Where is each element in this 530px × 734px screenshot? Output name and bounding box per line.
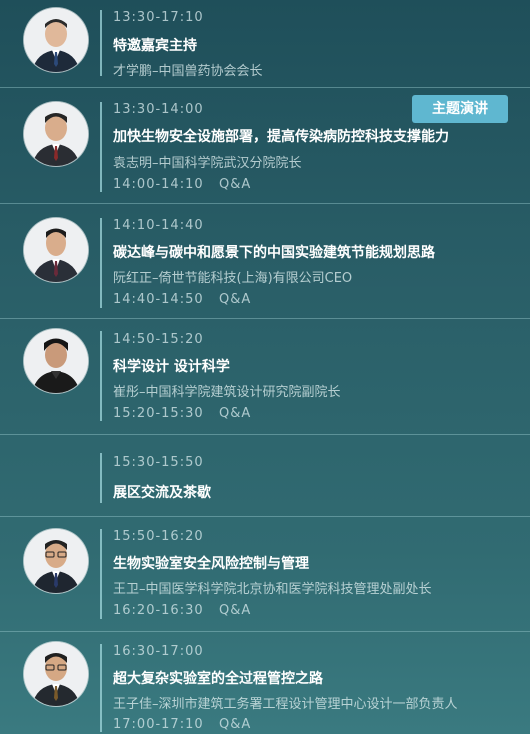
speaker-avatar — [24, 8, 88, 72]
session-title: 科学设计 设计科学 — [113, 359, 230, 375]
speaker-info: 王卫–中国医学科学院北京协和医学院科技管理处副处长 — [113, 582, 432, 597]
qa-time: 17:00-17:10 — [113, 717, 204, 732]
qa-row: 14:00-14:10 Q&A — [113, 177, 251, 192]
session-title: 碳达峰与碳中和愿景下的中国实验建筑节能规划思路 — [113, 245, 435, 261]
session-title: 加快生物安全设施部署，提高传染病防控科技支撑能力 — [113, 129, 449, 145]
session-title: 展区交流及茶歇 — [113, 485, 211, 501]
session-title: 超大复杂实验室的全过程管控之路 — [113, 671, 323, 687]
qa-time: 14:00-14:10 — [113, 177, 204, 192]
speaker-info: 袁志明–中国科学院武汉分院院长 — [113, 156, 302, 171]
speaker-info: 才学鹏–中国兽药协会会长 — [113, 64, 263, 79]
qa-row: 14:40-14:50 Q&A — [113, 292, 251, 307]
session-row: 13:30-17:10 特邀嘉宾主持 才学鹏–中国兽药协会会长 — [0, 0, 530, 88]
session-row: 16:30-17:00 超大复杂实验室的全过程管控之路 王子佳–深圳市建筑工务署… — [0, 632, 530, 734]
session-time: 15:50-16:20 — [113, 529, 204, 544]
session-time: 16:30-17:00 — [113, 644, 204, 659]
session-time: 15:30-15:50 — [113, 455, 204, 470]
timeline-divider — [100, 453, 102, 503]
qa-label: Q&A — [219, 603, 252, 618]
session-row: 15:30-15:50 展区交流及茶歇 — [0, 435, 530, 517]
qa-row: 16:20-16:30 Q&A — [113, 603, 251, 618]
qa-row: 15:20-15:30 Q&A — [113, 406, 251, 421]
timeline-divider — [100, 331, 102, 421]
session-row: 15:50-16:20 生物实验室安全风险控制与管理 王卫–中国医学科学院北京协… — [0, 517, 530, 632]
timeline-divider — [100, 10, 102, 76]
qa-label: Q&A — [219, 292, 252, 307]
timeline-divider — [100, 644, 102, 732]
speaker-avatar — [24, 329, 88, 393]
qa-row: 17:00-17:10 Q&A — [113, 717, 251, 732]
session-time: 14:10-14:40 — [113, 218, 204, 233]
session-time: 13:30-14:00 — [113, 102, 204, 117]
qa-label: Q&A — [219, 406, 252, 421]
session-title: 生物实验室安全风险控制与管理 — [113, 556, 309, 572]
session-time: 14:50-15:20 — [113, 332, 204, 347]
session-title: 特邀嘉宾主持 — [113, 38, 197, 54]
session-time: 13:30-17:10 — [113, 10, 204, 25]
timeline-divider — [100, 102, 102, 192]
session-row: 14:10-14:40 碳达峰与碳中和愿景下的中国实验建筑节能规划思路 阮红正–… — [0, 204, 530, 319]
speaker-avatar — [24, 218, 88, 282]
speaker-info: 崔彤–中国科学院建筑设计研究院副院长 — [113, 385, 341, 400]
qa-label: Q&A — [219, 177, 252, 192]
qa-label: Q&A — [219, 717, 252, 732]
qa-time: 15:20-15:30 — [113, 406, 204, 421]
speaker-avatar — [24, 642, 88, 706]
timeline-divider — [100, 529, 102, 619]
session-row: 14:50-15:20 科学设计 设计科学 崔彤–中国科学院建筑设计研究院副院长… — [0, 319, 530, 435]
timeline-divider — [100, 218, 102, 308]
speaker-avatar — [24, 102, 88, 166]
speaker-info: 阮红正–倚世节能科技(上海)有限公司CEO — [113, 271, 353, 286]
speaker-info: 王子佳–深圳市建筑工务署工程设计管理中心设计一部负责人 — [113, 697, 458, 712]
speaker-avatar — [24, 529, 88, 593]
qa-time: 16:20-16:30 — [113, 603, 204, 618]
keynote-badge: 主题演讲 — [412, 95, 508, 123]
qa-time: 14:40-14:50 — [113, 292, 204, 307]
